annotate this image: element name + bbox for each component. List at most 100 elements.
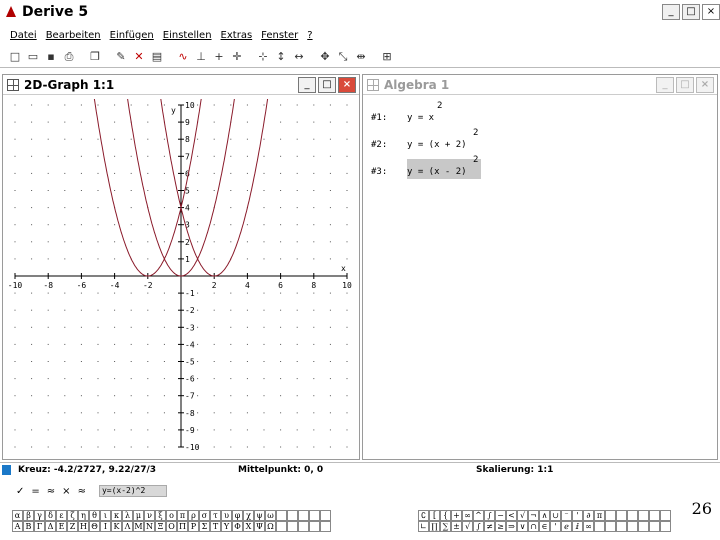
zoom-vertical-icon[interactable]: ↕ (274, 50, 288, 64)
palette-symbol[interactable] (309, 521, 320, 532)
palette-symbol[interactable]: η (78, 510, 89, 521)
plot-area[interactable]: -10 -8 -6 -4 -2 2 4 6 8 10 -10 -9 -8 -7 -6 -5 -4 -3 -2 -1 1 2… (7, 99, 355, 457)
cross-icon[interactable]: + (212, 50, 226, 64)
expression-body-selected[interactable]: y = (x - 2) 2 (407, 155, 481, 179)
print-icon[interactable]: ⎙ (62, 50, 76, 64)
palette-symbol[interactable]: ∈ (539, 521, 550, 532)
palette-symbol[interactable]: + (451, 510, 462, 521)
copy-window-icon[interactable]: ❐ (88, 50, 102, 64)
palette-symbol[interactable]: ' (550, 521, 561, 532)
palette-symbol[interactable]: κ (111, 510, 122, 521)
palette-symbol[interactable]: ∞ (462, 510, 473, 521)
palette-symbol[interactable]: ∪ (550, 510, 561, 521)
palette-symbol[interactable]: Ν (144, 521, 155, 532)
palette-symbol[interactable] (616, 510, 627, 521)
palette-symbol[interactable]: ∁ (418, 510, 429, 521)
palette-symbol[interactable]: ∏ (429, 521, 440, 532)
palette-symbol[interactable]: √ (517, 510, 528, 521)
palette-symbol[interactable]: ¬ (528, 510, 539, 521)
palette-symbol[interactable]: π (177, 510, 188, 521)
palette-symbol[interactable] (649, 521, 660, 532)
grid-icon[interactable]: ⊞ (380, 50, 394, 64)
palette-symbol[interactable] (309, 510, 320, 521)
palette-symbol[interactable] (298, 510, 309, 521)
zoom-horizontal-icon[interactable]: ↔ (292, 50, 306, 64)
palette-symbol[interactable] (276, 510, 287, 521)
palette-symbol[interactable]: Ξ (155, 521, 166, 532)
graph-maximize-button[interactable]: □ (318, 77, 336, 93)
brush-icon[interactable]: ✎ (114, 50, 128, 64)
algebra-minimize-button[interactable]: _ (656, 77, 674, 93)
palette-symbol[interactable]: ≥ (495, 521, 506, 532)
palette-symbol[interactable]: ⇒ (506, 521, 517, 532)
palette-symbol[interactable] (605, 510, 616, 521)
open-folder-icon[interactable]: ▭ (26, 50, 40, 64)
algebra-maximize-button[interactable]: □ (676, 77, 694, 93)
palette-symbol[interactable]: ι (100, 510, 111, 521)
delete-icon[interactable]: ✕ (132, 50, 146, 64)
expression-input[interactable]: y=(x-2)^2 (98, 485, 167, 497)
palette-symbol[interactable] (320, 521, 331, 532)
palette-symbol[interactable]: Η (78, 521, 89, 532)
edit-note-icon[interactable]: ▤ (150, 50, 164, 64)
palette-symbol[interactable]: Θ (89, 521, 100, 532)
menu-einfuegen[interactable]: Einfügen (110, 30, 154, 41)
palette-symbol[interactable] (298, 521, 309, 532)
palette-symbol[interactable]: ο (166, 510, 177, 521)
expression-body[interactable]: y = (x + 2) 2 (407, 128, 481, 152)
approx-button[interactable]: ≈ (78, 486, 86, 497)
palette-symbol[interactable]: ⅈ (572, 521, 583, 532)
algebra-window[interactable]: Algebra 1 _ □ × #1: y = x2 #2: y = (x + … (362, 74, 718, 460)
palette-symbol[interactable]: ∟ (418, 521, 429, 532)
palette-symbol[interactable]: μ (133, 510, 144, 521)
menu-help[interactable]: ? (307, 30, 312, 41)
palette-symbol[interactable]: ψ (254, 510, 265, 521)
palette-symbol[interactable]: λ (122, 510, 133, 521)
palette-symbol[interactable] (287, 521, 298, 532)
palette-symbol[interactable]: ≠ (484, 521, 495, 532)
palette-symbol[interactable]: Μ (133, 521, 144, 532)
palette-symbol[interactable]: ∫ (473, 521, 484, 532)
palette-symbol[interactable]: ξ (155, 510, 166, 521)
zoom-in-icon[interactable]: ⇹ (354, 50, 368, 64)
app-minimize-button[interactable]: _ (662, 4, 680, 20)
palette-symbol[interactable]: { (440, 510, 451, 521)
palette-symbol[interactable]: ν (144, 510, 155, 521)
palette-symbol[interactable]: Ι (100, 521, 111, 532)
zoom-out-icon[interactable]: ⤡ (336, 50, 350, 64)
palette-symbol[interactable]: Φ (232, 521, 243, 532)
palette-symbol[interactable]: ± (451, 521, 462, 532)
palette-symbol[interactable]: α (12, 510, 23, 521)
palette-symbol[interactable]: Ψ (254, 521, 265, 532)
menu-bearbeiten[interactable]: Bearbeiten (46, 30, 101, 41)
palette-symbol[interactable]: ε (56, 510, 67, 521)
algebra-close-button[interactable]: × (696, 77, 714, 93)
palette-symbol[interactable]: γ (34, 510, 45, 521)
graph-close-button[interactable]: × (338, 77, 356, 93)
menu-extras[interactable]: Extras (221, 30, 253, 41)
palette-symbol[interactable]: ρ (188, 510, 199, 521)
app-close-button[interactable]: × (702, 4, 720, 20)
palette-symbol[interactable] (660, 521, 671, 532)
palette-symbol[interactable]: Υ (221, 521, 232, 532)
palette-symbol[interactable]: υ (221, 510, 232, 521)
palette-symbol[interactable] (605, 521, 616, 532)
palette-symbol[interactable] (320, 510, 331, 521)
palette-symbol[interactable]: π (594, 510, 605, 521)
palette-symbol[interactable]: [ (429, 510, 440, 521)
palette-symbol[interactable]: ∂ (583, 510, 594, 521)
palette-symbol[interactable]: Ρ (188, 521, 199, 532)
palette-symbol[interactable]: ∧ (539, 510, 550, 521)
menu-fenster[interactable]: Fenster (261, 30, 298, 41)
center-icon[interactable]: ⊹ (256, 50, 270, 64)
algebra-window-titlebar[interactable]: Algebra 1 _ □ × (363, 75, 717, 95)
palette-symbol[interactable]: ω (265, 510, 276, 521)
palette-symbol[interactable]: ∞ (583, 521, 594, 532)
palette-symbol[interactable]: ' (572, 510, 583, 521)
palette-symbol[interactable] (594, 521, 605, 532)
palette-symbol[interactable]: Κ (111, 521, 122, 532)
palette-symbol[interactable]: δ (45, 510, 56, 521)
palette-symbol[interactable] (649, 510, 660, 521)
palette-symbol[interactable]: θ (89, 510, 100, 521)
palette-symbol[interactable]: Α (12, 521, 23, 532)
